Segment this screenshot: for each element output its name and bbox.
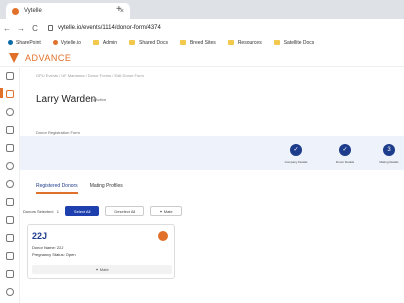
breadcrumb[interactable]: OPU Events / UF Marianna / Donor Forms /… [36, 73, 144, 78]
sharepoint-icon [8, 40, 13, 45]
select-all-button[interactable]: Select All [64, 206, 100, 216]
step-mating-details[interactable]: 3 [383, 144, 395, 156]
browser-tabbar: Vytelle × + [0, 0, 404, 19]
tab-mating-profiles[interactable]: Mating Profiles [90, 183, 123, 194]
donors-selected-count: 1 [56, 208, 59, 214]
lock-icon [48, 25, 53, 31]
step-company-details[interactable]: ✓ [290, 144, 302, 156]
folder-icon [92, 40, 99, 45]
donor-name: Donor Name: 22J [32, 245, 64, 250]
folder-icon [179, 40, 186, 45]
new-tab-icon[interactable]: + [116, 4, 122, 15]
pregnancy-status: Pregnancy Status: Open [32, 252, 76, 257]
step-label: Mating Details [379, 160, 399, 164]
search-icon[interactable] [6, 162, 14, 170]
step-label: Company Details [284, 160, 308, 164]
back-icon[interactable]: ← [0, 24, 14, 33]
url-field[interactable]: vytelle.io/events/1114/donor-form/4374 [48, 25, 161, 31]
form-label: Donor Registration Form [36, 130, 80, 135]
bookmark-admin[interactable]: Admin [92, 39, 118, 46]
user-icon[interactable] [6, 288, 14, 296]
folder-icon [273, 40, 280, 45]
progress-stepper: ✓ Company Details ✓ Donor Details 3 Mati… [20, 136, 404, 170]
mate-label: Mate [163, 209, 173, 214]
home-icon[interactable] [6, 252, 14, 260]
lab-icon[interactable] [6, 216, 14, 224]
status-badge: • Active [93, 97, 107, 102]
bookmark-resources[interactable]: Resources [227, 39, 262, 46]
forms-icon[interactable] [6, 90, 14, 98]
active-indicator [0, 88, 3, 98]
bookmark-satellite-docs[interactable]: Satellite Docs [273, 39, 315, 46]
money-icon[interactable] [6, 270, 14, 278]
app-header: ADVANCE [0, 50, 404, 67]
sidebar [0, 68, 20, 303]
donors-selected-label: Donors Selected: [23, 208, 54, 214]
bookmark-label: Satellite Docs [283, 39, 315, 46]
step-label: Donor Details [335, 160, 355, 164]
cattle-icon[interactable] [6, 108, 14, 116]
browser-tab[interactable]: Vytelle × [6, 3, 130, 19]
deselect-all-button[interactable]: Deselect All [105, 206, 145, 216]
bookmark-label: Vytelle.io [60, 39, 81, 46]
folder-icon [129, 40, 136, 45]
mate-button[interactable]: ⚭ Mate [150, 206, 182, 216]
bookmark-label: Resources [237, 39, 262, 46]
trailer-icon[interactable] [6, 234, 14, 242]
forward-icon[interactable]: → [14, 24, 28, 33]
mate-label: Mate [99, 267, 109, 272]
calendar-icon[interactable] [6, 72, 14, 80]
bookmark-sharepoint[interactable]: SharePoint [8, 40, 41, 46]
step-donor-details[interactable]: ✓ [339, 144, 351, 156]
bookmark-vytelle[interactable]: Vytelle.io [52, 39, 81, 46]
card-mate-button[interactable]: ⚭ Mate [32, 265, 172, 274]
location-icon[interactable] [6, 180, 14, 188]
bookmark-breed-sites[interactable]: Breed Sites [179, 39, 216, 46]
selection-toolbar: Donors Selected: 1 Select All Deselect A… [23, 206, 182, 216]
vytelle-favicon-icon [12, 7, 19, 15]
vytelle-icon [52, 40, 58, 45]
donor-id: 22J [32, 231, 48, 241]
folder-icon [227, 40, 234, 45]
document-icon[interactable] [6, 144, 14, 152]
bookmark-label: Shared Docs [139, 39, 168, 46]
breeding-icon[interactable] [6, 126, 14, 134]
tab-title: Vytelle [24, 8, 42, 14]
donor-card[interactable]: 22J Donor Name: 22J Pregnancy Status: Op… [27, 224, 175, 279]
page-title: Larry Warden [36, 94, 97, 105]
bookmark-label: Admin [102, 39, 118, 46]
content-tabs: Registered Donors Mating Profiles [36, 183, 135, 194]
url-text: vytelle.io/events/1114/donor-form/4374 [58, 25, 161, 31]
tab-registered-donors[interactable]: Registered Donors [36, 183, 78, 194]
brand-name: ADVANCE [25, 53, 72, 63]
bookmarks-bar: SharePoint Vytelle.io Admin Shared Docs … [0, 37, 404, 48]
selected-check-icon[interactable] [158, 231, 168, 241]
bookmark-label: Breed Sites [189, 39, 216, 46]
bookmark-label: SharePoint [16, 39, 41, 46]
advance-logo-icon [9, 53, 19, 63]
bookmark-shared-docs[interactable]: Shared Docs [129, 40, 168, 46]
reload-icon[interactable]: C [28, 24, 42, 33]
address-bar: ← → C vytelle.io/events/1114/donor-form/… [0, 19, 404, 37]
syringe-icon[interactable] [6, 198, 14, 206]
